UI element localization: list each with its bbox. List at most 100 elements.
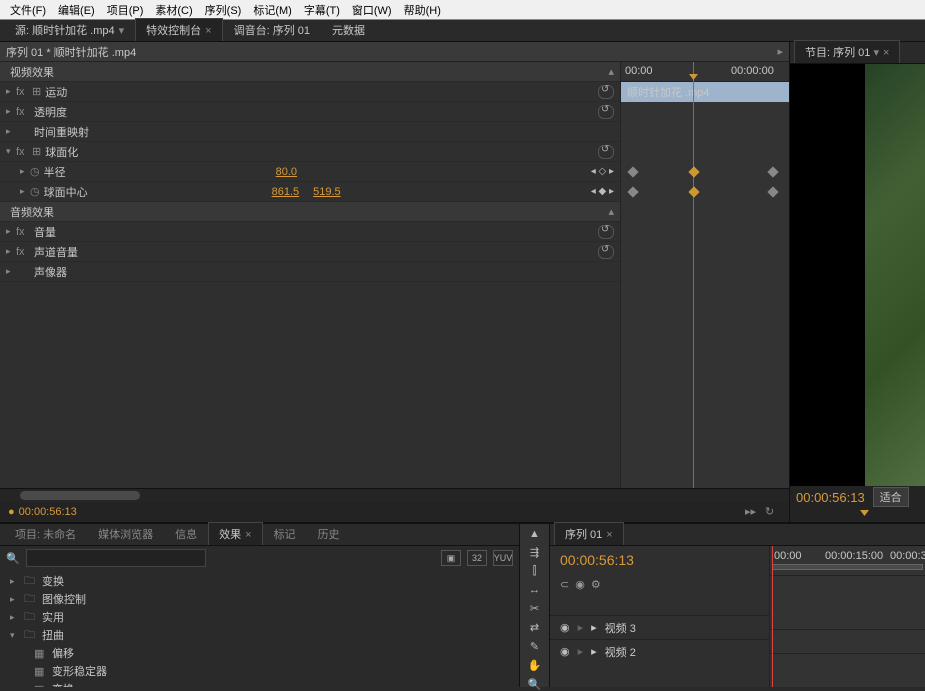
tree-item-transform[interactable]: ▦变换 bbox=[0, 680, 519, 687]
play-prev-icon[interactable]: ▸▸ bbox=[745, 505, 761, 519]
program-viewport[interactable] bbox=[790, 64, 925, 486]
tree-item-offset[interactable]: ▦偏移 bbox=[0, 644, 519, 662]
effect-opacity[interactable]: ▸ fx 透明度 bbox=[0, 102, 620, 122]
tab-effects[interactable]: 效果× bbox=[208, 522, 262, 545]
loop-icon[interactable]: ↻ bbox=[765, 505, 781, 519]
close-icon[interactable]: × bbox=[245, 529, 251, 541]
menu-file[interactable]: 文件(F) bbox=[4, 2, 52, 18]
menu-clip[interactable]: 素材(C) bbox=[149, 2, 198, 18]
stopwatch-icon[interactable]: ◷ bbox=[30, 165, 40, 178]
collapse-icon[interactable]: ▾ bbox=[6, 146, 16, 157]
effect-volume[interactable]: ▸ fx 音量 bbox=[0, 222, 620, 242]
slip-tool-icon[interactable]: ⇄ bbox=[526, 621, 544, 634]
tab-media-browser[interactable]: 媒体浏览器 bbox=[87, 522, 164, 545]
expand-icon[interactable]: ▸ bbox=[6, 266, 16, 277]
hand-tool-icon[interactable]: ✋ bbox=[526, 659, 544, 672]
video-effects-header[interactable]: 视频效果 ▴ bbox=[0, 62, 620, 82]
effect-motion[interactable]: ▸ fx ⊞ 运动 bbox=[0, 82, 620, 102]
tree-folder-image-control[interactable]: ▸🗀图像控制 bbox=[0, 590, 519, 608]
track-video-2[interactable]: ◉ ▸ ▸ 视频 2 bbox=[550, 639, 769, 663]
effect-timeline[interactable]: 00:00 00:00:00 顺时针加花 .mp4 bbox=[620, 62, 789, 488]
expand-icon[interactable]: ▸ bbox=[6, 126, 16, 137]
keyframe-icon[interactable] bbox=[767, 166, 778, 177]
program-scrubber[interactable] bbox=[790, 508, 925, 522]
tree-folder-utility[interactable]: ▸🗀实用 bbox=[0, 608, 519, 626]
effects-tree[interactable]: ▸🗀变换 ▸🗀图像控制 ▸🗀实用 ▾🗀扭曲 ▦偏移 ▦变形稳定器 ▦变换 bbox=[0, 570, 519, 687]
menu-title[interactable]: 字幕(T) bbox=[298, 2, 346, 18]
close-icon[interactable]: ▾ bbox=[119, 25, 125, 37]
audio-effects-header[interactable]: 音频效果 ▴ bbox=[0, 202, 620, 222]
work-area-bar[interactable] bbox=[772, 564, 923, 570]
selection-tool-icon[interactable]: ▲ bbox=[526, 528, 544, 540]
lock-icon[interactable]: ▸ bbox=[578, 621, 584, 634]
menu-marker[interactable]: 标记(M) bbox=[247, 2, 298, 18]
wrench-icon[interactable]: ⚙ bbox=[591, 578, 601, 591]
dropdown-icon[interactable]: ▾ bbox=[873, 47, 879, 59]
reset-button[interactable] bbox=[598, 85, 614, 99]
expand-icon[interactable]: ▸ bbox=[591, 621, 597, 634]
sequence-ruler[interactable]: 00:00 00:00:15:00 00:00:30:00 00:00:45:0… bbox=[770, 546, 925, 576]
effect-time-remap[interactable]: ▸ 时间重映射 bbox=[0, 122, 620, 142]
section-toggle-icon[interactable]: ▴ bbox=[608, 205, 614, 218]
effect-channel-volume[interactable]: ▸ fx 声道音量 bbox=[0, 242, 620, 262]
playhead[interactable] bbox=[693, 62, 694, 488]
track-select-tool-icon[interactable]: ⇶ bbox=[526, 546, 544, 559]
track-lane-v2[interactable] bbox=[770, 630, 925, 654]
timeline-clip[interactable]: 顺时针加花 .mp4 bbox=[621, 82, 789, 102]
rate-stretch-tool-icon[interactable]: ↔ bbox=[526, 584, 544, 596]
tab-history[interactable]: 历史 bbox=[307, 522, 351, 545]
sequence-playhead[interactable] bbox=[772, 546, 773, 687]
menu-sequence[interactable]: 序列(S) bbox=[199, 2, 248, 18]
keyframe-icon[interactable] bbox=[627, 166, 638, 177]
horizontal-scrollbar[interactable] bbox=[0, 488, 789, 502]
keyframe-nav[interactable]: ◂ ◇ ▸ bbox=[591, 166, 614, 177]
32bit-filter-icon[interactable]: 32 bbox=[467, 550, 487, 566]
reset-button[interactable] bbox=[598, 145, 614, 159]
menu-edit[interactable]: 编辑(E) bbox=[52, 2, 101, 18]
expand-icon[interactable]: ▸ bbox=[6, 106, 16, 117]
tree-folder-distort[interactable]: ▾🗀扭曲 bbox=[0, 626, 519, 644]
tab-effect-controls[interactable]: 特效控制台× bbox=[135, 18, 222, 41]
close-icon[interactable]: × bbox=[606, 529, 612, 541]
yuv-filter-icon[interactable]: YUV bbox=[493, 550, 513, 566]
menu-window[interactable]: 窗口(W) bbox=[346, 2, 398, 18]
reset-button[interactable] bbox=[598, 225, 614, 239]
close-icon[interactable]: × bbox=[205, 25, 211, 37]
razor-tool-icon[interactable]: ✂ bbox=[526, 602, 544, 615]
expand-icon[interactable]: ▸ bbox=[20, 186, 30, 197]
menu-help[interactable]: 帮助(H) bbox=[398, 2, 447, 18]
playhead-icon[interactable] bbox=[860, 510, 869, 516]
marker-icon[interactable]: ◉ bbox=[575, 578, 585, 591]
reset-button[interactable] bbox=[598, 105, 614, 119]
effects-search-input[interactable] bbox=[26, 549, 206, 567]
expand-icon[interactable]: ▸ bbox=[20, 166, 30, 177]
tab-project[interactable]: 项目: 未命名 bbox=[4, 522, 87, 545]
current-timecode[interactable]: 00:00:56:13 bbox=[19, 506, 77, 518]
eye-icon[interactable]: ◉ bbox=[560, 621, 570, 634]
close-icon[interactable]: × bbox=[883, 47, 889, 59]
tab-program[interactable]: 节目: 序列 01 ▾× bbox=[794, 40, 900, 63]
lock-icon[interactable]: ▸ bbox=[578, 645, 584, 658]
effect-panner[interactable]: ▸ 声像器 bbox=[0, 262, 620, 282]
expand-icon[interactable]: ▸ bbox=[6, 246, 16, 257]
keyframe-icon[interactable] bbox=[767, 186, 778, 197]
tab-audio-mixer[interactable]: 调音台: 序列 01 bbox=[223, 18, 321, 41]
ripple-edit-tool-icon[interactable]: ⫿ bbox=[526, 565, 544, 578]
keyframe-icon[interactable] bbox=[688, 186, 699, 197]
tab-metadata[interactable]: 元数据 bbox=[321, 18, 376, 41]
tab-source[interactable]: 源: 顺时针加花 .mp4▾ bbox=[4, 18, 135, 41]
tab-info[interactable]: 信息 bbox=[164, 522, 208, 545]
tab-sequence[interactable]: 序列 01× bbox=[554, 522, 624, 545]
keyframe-nav[interactable]: ◂ ◆ ▸ bbox=[591, 186, 614, 197]
center-y-value[interactable]: 519.5 bbox=[313, 186, 341, 198]
expand-icon[interactable]: ▸ bbox=[591, 645, 597, 658]
expand-icon[interactable]: ▸ bbox=[6, 226, 16, 237]
timeline-ruler[interactable]: 00:00 00:00:00 bbox=[621, 62, 789, 82]
pen-tool-icon[interactable]: ✎ bbox=[526, 640, 544, 653]
track-video-3[interactable]: ◉ ▸ ▸ 视频 3 bbox=[550, 615, 769, 639]
section-toggle-icon[interactable]: ▴ bbox=[608, 65, 614, 78]
track-lane-v3[interactable] bbox=[770, 606, 925, 630]
keyframe-icon[interactable] bbox=[627, 186, 638, 197]
tab-markers[interactable]: 标记 bbox=[263, 522, 307, 545]
panel-menu-icon[interactable]: ▸ bbox=[777, 45, 783, 58]
